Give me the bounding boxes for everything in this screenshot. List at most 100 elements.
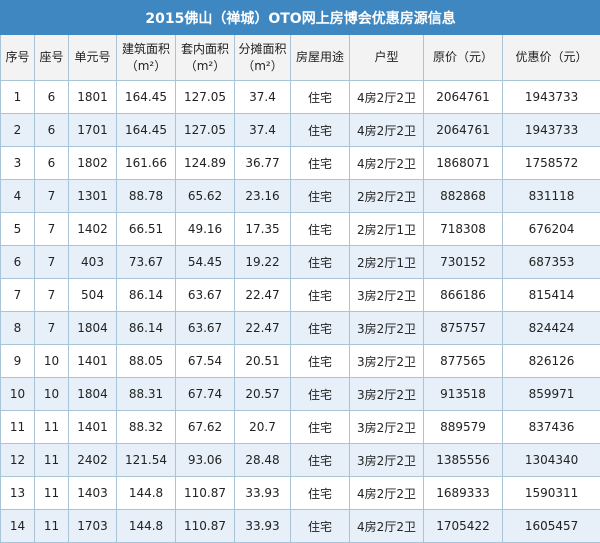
- cell-original-price: 718308: [424, 213, 503, 246]
- cell-usage: 住宅: [291, 312, 350, 345]
- cell-index: 11: [1, 411, 35, 444]
- cell-building-no: 10: [35, 345, 69, 378]
- cell-original-price: 1705422: [424, 510, 503, 543]
- header-usage: 房屋用途: [291, 35, 350, 81]
- cell-unit-no: 1802: [69, 147, 117, 180]
- cell-unit-no: 1401: [69, 345, 117, 378]
- cell-usage: 住宅: [291, 444, 350, 477]
- cell-layout: 2房2厅1卫: [350, 213, 424, 246]
- cell-gross-area: 144.8: [117, 510, 176, 543]
- table-row: 87180486.1463.6722.47住宅3房2厅2卫87575782442…: [1, 312, 600, 345]
- cell-gross-area: 161.66: [117, 147, 176, 180]
- cell-shared-area: 22.47: [235, 279, 291, 312]
- cell-layout: 3房2厅2卫: [350, 312, 424, 345]
- cell-layout: 3房2厅2卫: [350, 279, 424, 312]
- cell-layout: 4房2厅2卫: [350, 510, 424, 543]
- cell-original-price: 2064761: [424, 81, 503, 114]
- listing-table: 2015佛山（禅城）OTO网上房博会优惠房源信息 序号 座号 单元号 建筑面积（…: [0, 0, 600, 543]
- table-row: 12112402121.5493.0628.48住宅3房2厅2卫13855561…: [1, 444, 600, 477]
- cell-shared-area: 17.35: [235, 213, 291, 246]
- cell-net-area: 110.87: [176, 510, 235, 543]
- cell-net-area: 67.54: [176, 345, 235, 378]
- cell-net-area: 110.87: [176, 477, 235, 510]
- cell-shared-area: 37.4: [235, 81, 291, 114]
- cell-index: 8: [1, 312, 35, 345]
- table-row: 161801164.45127.0537.4住宅4房2厅2卫2064761194…: [1, 81, 600, 114]
- cell-building-no: 7: [35, 246, 69, 279]
- cell-layout: 4房2厅2卫: [350, 114, 424, 147]
- cell-original-price: 889579: [424, 411, 503, 444]
- cell-original-price: 882868: [424, 180, 503, 213]
- cell-discount-price: 859971: [503, 378, 600, 411]
- table-row: 47130188.7865.6223.16住宅2房2厅2卫88286883111…: [1, 180, 600, 213]
- cell-net-area: 67.74: [176, 378, 235, 411]
- cell-gross-area: 66.51: [117, 213, 176, 246]
- cell-layout: 2房2厅1卫: [350, 246, 424, 279]
- cell-discount-price: 1590311: [503, 477, 600, 510]
- cell-net-area: 49.16: [176, 213, 235, 246]
- cell-usage: 住宅: [291, 180, 350, 213]
- cell-building-no: 7: [35, 213, 69, 246]
- cell-index: 13: [1, 477, 35, 510]
- table-body: 161801164.45127.0537.4住宅4房2厅2卫2064761194…: [1, 81, 600, 543]
- cell-original-price: 1868071: [424, 147, 503, 180]
- cell-building-no: 6: [35, 147, 69, 180]
- cell-net-area: 54.45: [176, 246, 235, 279]
- cell-layout: 4房2厅2卫: [350, 477, 424, 510]
- cell-usage: 住宅: [291, 279, 350, 312]
- cell-index: 12: [1, 444, 35, 477]
- cell-shared-area: 33.93: [235, 477, 291, 510]
- cell-net-area: 93.06: [176, 444, 235, 477]
- cell-net-area: 65.62: [176, 180, 235, 213]
- cell-discount-price: 1943733: [503, 114, 600, 147]
- cell-index: 2: [1, 114, 35, 147]
- header-row: 序号 座号 单元号 建筑面积（m²） 套内面积（m²） 分摊面积（m²） 房屋用…: [1, 35, 600, 81]
- cell-unit-no: 1804: [69, 378, 117, 411]
- header-shared-area: 分摊面积（m²）: [235, 35, 291, 81]
- cell-index: 3: [1, 147, 35, 180]
- cell-building-no: 7: [35, 312, 69, 345]
- cell-layout: 2房2厅2卫: [350, 180, 424, 213]
- cell-discount-price: 824424: [503, 312, 600, 345]
- cell-building-no: 10: [35, 378, 69, 411]
- cell-layout: 4房2厅2卫: [350, 81, 424, 114]
- cell-usage: 住宅: [291, 411, 350, 444]
- table-row: 6740373.6754.4519.22住宅2房2厅1卫730152687353: [1, 246, 600, 279]
- table-title: 2015佛山（禅城）OTO网上房博会优惠房源信息: [1, 1, 600, 35]
- cell-index: 6: [1, 246, 35, 279]
- cell-shared-area: 23.16: [235, 180, 291, 213]
- cell-net-area: 127.05: [176, 81, 235, 114]
- cell-building-no: 11: [35, 510, 69, 543]
- cell-net-area: 63.67: [176, 279, 235, 312]
- cell-shared-area: 20.57: [235, 378, 291, 411]
- header-discount-price: 优惠价（元）: [503, 35, 600, 81]
- cell-index: 7: [1, 279, 35, 312]
- cell-gross-area: 144.8: [117, 477, 176, 510]
- cell-original-price: 875757: [424, 312, 503, 345]
- cell-shared-area: 19.22: [235, 246, 291, 279]
- cell-unit-no: 403: [69, 246, 117, 279]
- cell-usage: 住宅: [291, 114, 350, 147]
- cell-unit-no: 1703: [69, 510, 117, 543]
- cell-unit-no: 1401: [69, 411, 117, 444]
- cell-original-price: 866186: [424, 279, 503, 312]
- cell-discount-price: 831118: [503, 180, 600, 213]
- cell-original-price: 1385556: [424, 444, 503, 477]
- cell-net-area: 67.62: [176, 411, 235, 444]
- cell-usage: 住宅: [291, 246, 350, 279]
- header-net-area: 套内面积（m²）: [176, 35, 235, 81]
- cell-layout: 4房2厅2卫: [350, 147, 424, 180]
- cell-original-price: 877565: [424, 345, 503, 378]
- cell-discount-price: 837436: [503, 411, 600, 444]
- cell-layout: 3房2厅2卫: [350, 411, 424, 444]
- header-layout: 户型: [350, 35, 424, 81]
- cell-net-area: 124.89: [176, 147, 235, 180]
- cell-usage: 住宅: [291, 81, 350, 114]
- cell-unit-no: 504: [69, 279, 117, 312]
- table-row: 57140266.5149.1617.35住宅2房2厅1卫71830867620…: [1, 213, 600, 246]
- table-row: 14111703144.8110.8733.93住宅4房2厅2卫17054221…: [1, 510, 600, 543]
- table-row: 910140188.0567.5420.51住宅3房2厅2卫8775658261…: [1, 345, 600, 378]
- cell-unit-no: 1402: [69, 213, 117, 246]
- table-row: 361802161.66124.8936.77住宅4房2厅2卫186807117…: [1, 147, 600, 180]
- cell-discount-price: 1605457: [503, 510, 600, 543]
